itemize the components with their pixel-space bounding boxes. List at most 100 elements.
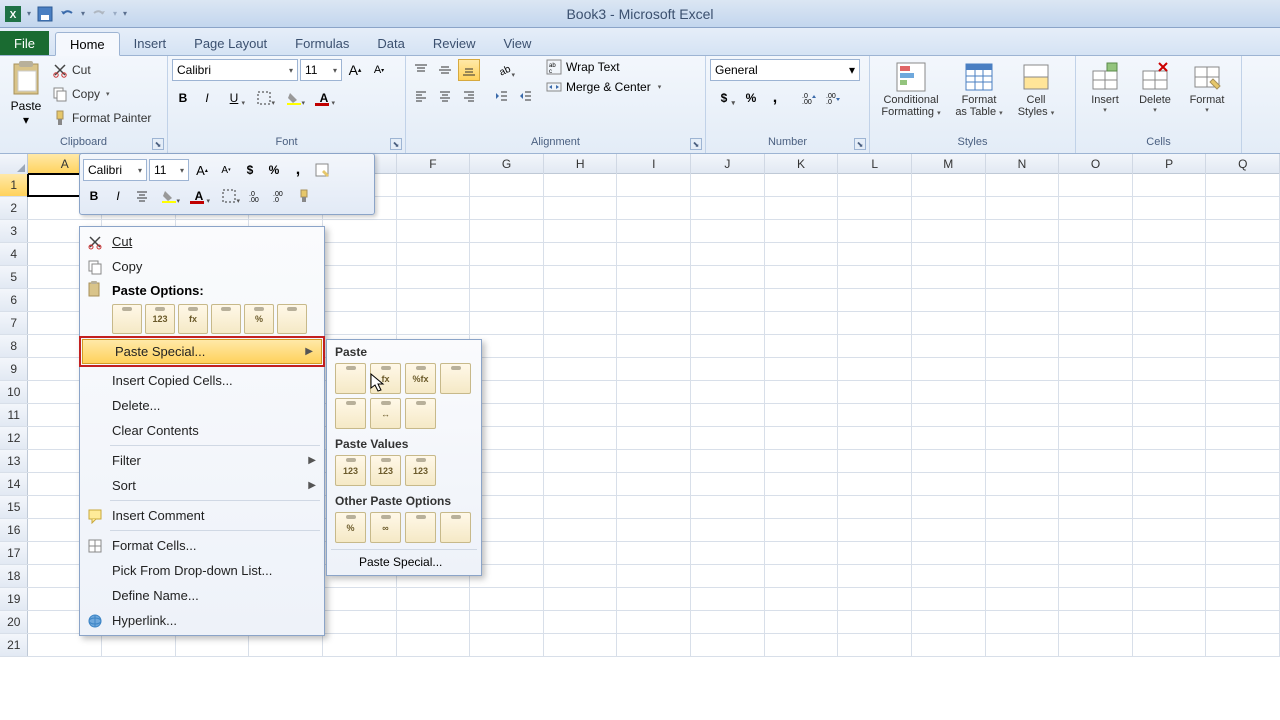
cell[interactable] — [765, 243, 839, 265]
cell[interactable] — [986, 243, 1060, 265]
delete-cells-button[interactable]: Delete ▾ — [1130, 59, 1180, 116]
cell[interactable] — [544, 335, 618, 357]
cell[interactable] — [617, 473, 691, 495]
cell[interactable] — [544, 243, 618, 265]
row-header-7[interactable]: 7 — [0, 312, 28, 334]
cell[interactable] — [691, 381, 765, 403]
cell[interactable] — [691, 289, 765, 311]
cell[interactable] — [691, 588, 765, 610]
cell[interactable] — [544, 404, 618, 426]
cell[interactable] — [765, 312, 839, 334]
cell[interactable] — [691, 197, 765, 219]
row-header-3[interactable]: 3 — [0, 220, 28, 242]
cell[interactable] — [1059, 565, 1133, 587]
cell[interactable] — [1133, 243, 1207, 265]
cell[interactable] — [617, 404, 691, 426]
decrease-indent-icon[interactable] — [490, 85, 512, 107]
cell[interactable] — [397, 312, 471, 334]
ctx-format-cells[interactable]: Format Cells... — [80, 533, 324, 558]
cell[interactable] — [765, 542, 839, 564]
cell[interactable] — [323, 266, 397, 288]
align-top-icon[interactable] — [410, 59, 432, 81]
column-header-P[interactable]: P — [1133, 154, 1207, 174]
cell[interactable] — [397, 611, 471, 633]
ctx-delete[interactable]: Delete... — [80, 393, 324, 418]
paste-transpose-icon[interactable] — [211, 304, 241, 334]
cell[interactable] — [912, 174, 986, 196]
row-header-16[interactable]: 16 — [0, 519, 28, 541]
cell[interactable] — [617, 427, 691, 449]
cell[interactable] — [838, 565, 912, 587]
cell[interactable] — [617, 588, 691, 610]
row-header-20[interactable]: 20 — [0, 611, 28, 633]
cell[interactable] — [1059, 496, 1133, 518]
cell[interactable] — [617, 335, 691, 357]
column-header-F[interactable]: F — [397, 154, 471, 174]
accounting-format-icon[interactable]: $ — [710, 87, 738, 109]
cell[interactable] — [1133, 473, 1207, 495]
cell[interactable] — [102, 634, 176, 656]
cell[interactable] — [838, 542, 912, 564]
cell[interactable] — [1059, 220, 1133, 242]
sub-values-srcfmt-icon[interactable]: 123 — [405, 455, 436, 486]
font-size-combo[interactable]: 11▾ — [300, 59, 342, 81]
cell[interactable] — [397, 634, 471, 656]
cell[interactable] — [838, 335, 912, 357]
cell[interactable] — [1133, 197, 1207, 219]
sub-paste-special-dialog[interactable]: Paste Special... — [331, 549, 477, 573]
cell[interactable] — [691, 404, 765, 426]
cell[interactable] — [1206, 611, 1280, 633]
column-header-Q[interactable]: Q — [1206, 154, 1280, 174]
cell[interactable] — [470, 266, 544, 288]
cell[interactable] — [470, 588, 544, 610]
cell[interactable] — [765, 404, 839, 426]
cell[interactable] — [1059, 450, 1133, 472]
cell[interactable] — [544, 312, 618, 334]
cell[interactable] — [323, 588, 397, 610]
ctx-pick-from-list[interactable]: Pick From Drop-down List... — [80, 558, 324, 583]
tab-insert[interactable]: Insert — [120, 31, 181, 55]
cell[interactable] — [838, 174, 912, 196]
ctx-paste-special[interactable]: Paste Special... ▶ — [82, 339, 322, 364]
cell[interactable] — [986, 634, 1060, 656]
cell[interactable] — [765, 289, 839, 311]
number-dialog-launcher[interactable]: ⬊ — [854, 138, 866, 150]
cell[interactable] — [838, 519, 912, 541]
cell[interactable] — [617, 381, 691, 403]
row-header-18[interactable]: 18 — [0, 565, 28, 587]
cell[interactable] — [1059, 381, 1133, 403]
cell[interactable] — [1059, 197, 1133, 219]
undo-icon[interactable] — [58, 5, 76, 23]
border-icon[interactable] — [250, 87, 278, 109]
cell[interactable] — [765, 519, 839, 541]
cell[interactable] — [1206, 220, 1280, 242]
sub-picture-icon[interactable] — [405, 512, 436, 543]
ctx-hyperlink[interactable]: Hyperlink... — [80, 608, 324, 633]
cell[interactable] — [544, 289, 618, 311]
cell[interactable] — [986, 197, 1060, 219]
cell[interactable] — [1059, 634, 1133, 656]
mini-percent-icon[interactable]: % — [263, 159, 285, 181]
ctx-copy[interactable]: Copy — [80, 254, 324, 279]
cell[interactable] — [544, 634, 618, 656]
mini-center-icon[interactable] — [131, 185, 153, 207]
decrease-font-icon[interactable]: A▾ — [368, 59, 390, 81]
ctx-insert-comment[interactable]: Insert Comment — [80, 503, 324, 528]
qat-customize[interactable]: ▾ — [122, 7, 128, 21]
cell[interactable] — [765, 381, 839, 403]
cell[interactable] — [912, 358, 986, 380]
cell[interactable] — [691, 358, 765, 380]
cell[interactable] — [1133, 496, 1207, 518]
cell[interactable] — [1133, 381, 1207, 403]
cell[interactable] — [1133, 266, 1207, 288]
cell[interactable] — [1133, 289, 1207, 311]
ctx-clear-contents[interactable]: Clear Contents — [80, 418, 324, 443]
percent-format-icon[interactable]: % — [740, 87, 762, 109]
qat-dropdown[interactable]: ▾ — [26, 7, 32, 21]
cell[interactable] — [986, 335, 1060, 357]
bold-icon[interactable]: B — [172, 87, 194, 109]
cell[interactable] — [765, 611, 839, 633]
cell[interactable] — [1133, 220, 1207, 242]
cell[interactable] — [691, 473, 765, 495]
cell[interactable] — [1059, 358, 1133, 380]
